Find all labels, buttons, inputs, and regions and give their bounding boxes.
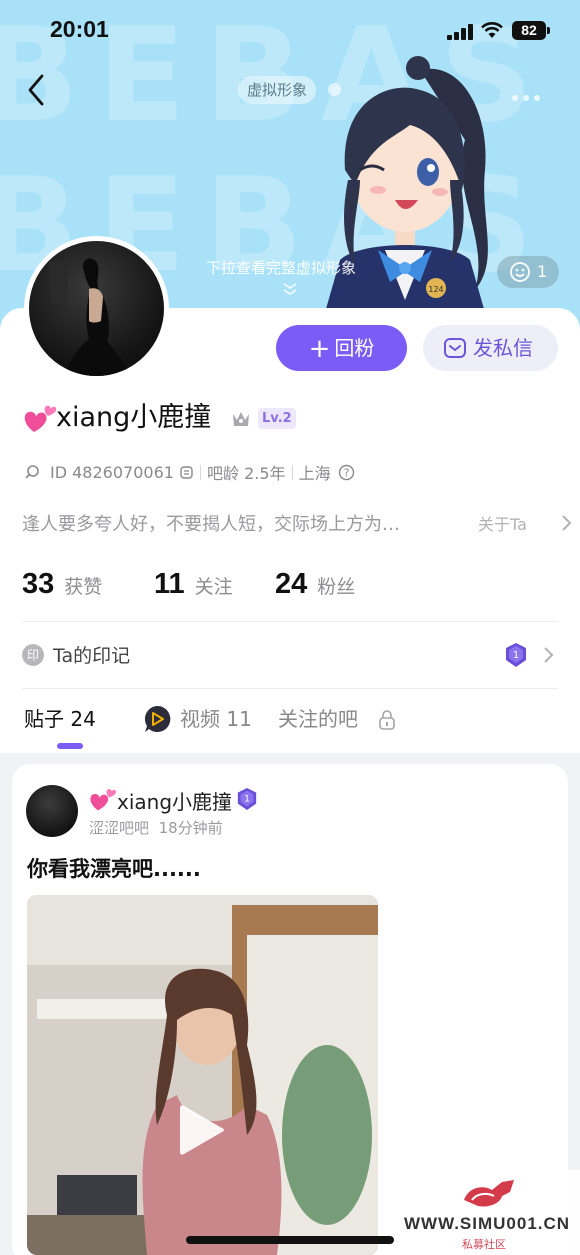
account-age: 吧龄 2.5年 xyxy=(207,464,286,483)
post-time: 18分钟前 xyxy=(158,819,223,837)
divider xyxy=(22,621,558,622)
profile-meta-row: ID 4826070061 吧龄 2.5年 上海 ? xyxy=(24,460,355,483)
smile-icon xyxy=(510,262,530,282)
medal-icon: 1 xyxy=(237,788,257,810)
avatar-like-button[interactable]: 1 xyxy=(497,256,559,288)
chevron-right-icon xyxy=(544,647,554,663)
watermark-logo xyxy=(464,1180,514,1207)
chevron-down-icon xyxy=(283,283,297,295)
stat-likes[interactable]: 33 获赞 xyxy=(22,568,102,601)
svg-text:124: 124 xyxy=(428,285,443,294)
watermark-url: WWW.SIMU001.CN xyxy=(404,1214,571,1233)
two-hearts-icon xyxy=(90,788,116,811)
private-message-button[interactable]: 发私信 xyxy=(423,325,558,371)
marks-label: Ta的印记 xyxy=(53,645,131,667)
two-hearts-icon xyxy=(24,405,56,432)
video-play-icon xyxy=(144,705,171,732)
active-tab-indicator xyxy=(57,743,83,749)
back-arrow-icon[interactable] xyxy=(22,72,52,108)
bio-row[interactable]: 逢人要多夸人好，不要揭人短，交际场上方为… 关于Ta xyxy=(22,510,572,536)
pill-dot xyxy=(328,83,341,96)
chevron-right-icon xyxy=(562,515,572,531)
profile-location: 上海 xyxy=(298,464,331,483)
profile-bio: 逢人要多夸人好，不要揭人短，交际场上方为… xyxy=(22,514,400,535)
stat-followers[interactable]: 24 粉丝 xyxy=(275,568,355,601)
help-icon[interactable]: ? xyxy=(338,464,355,481)
status-bar: 20:01 82 xyxy=(0,0,580,62)
about-link[interactable]: 关于Ta xyxy=(478,511,527,535)
pull-down-hint: 下拉查看完整虚拟形象 xyxy=(206,259,357,277)
crown-icon xyxy=(233,412,249,426)
stat-following[interactable]: 11 关注 xyxy=(154,568,233,601)
cellular-signal-icon xyxy=(447,24,473,40)
post-author-name[interactable]: xiang小鹿撞 xyxy=(117,786,232,815)
watermark-subtitle: 私募社区 xyxy=(462,1238,506,1251)
status-time: 20:01 xyxy=(50,16,109,42)
lock-icon xyxy=(379,710,395,730)
post-author-avatar[interactable] xyxy=(26,785,78,837)
virtual-avatar-tag[interactable]: 虚拟形象 xyxy=(238,76,317,104)
medal-icon: 1 xyxy=(506,643,526,667)
svg-text:?: ? xyxy=(343,466,349,479)
post-meta: 涩涩吧吧 18分钟前 xyxy=(89,817,223,838)
like-count: 1 xyxy=(537,262,548,281)
follow-back-button[interactable]: + 回粉 xyxy=(276,325,407,371)
profile-id[interactable]: ID 4826070061 xyxy=(50,463,174,482)
post-forum[interactable]: 涩涩吧吧 xyxy=(89,819,149,837)
marks-row[interactable]: 印 Ta的印记 1 xyxy=(22,640,558,670)
home-indicator[interactable] xyxy=(186,1236,394,1244)
tab-posts[interactable]: 贴子 24 xyxy=(24,703,96,732)
post-title[interactable]: 你看我漂亮吧...... xyxy=(27,853,201,883)
profile-avatar[interactable] xyxy=(24,236,169,381)
profile-username: xiang小鹿撞 xyxy=(56,402,212,433)
watermark: WWW.SIMU001.CN 私募社区 xyxy=(398,1170,580,1255)
level-badge[interactable]: Lv.2 xyxy=(258,408,296,429)
seal-icon: 印 xyxy=(22,644,44,666)
tab-followed-forums[interactable]: 关注的吧 xyxy=(278,703,358,732)
svg-text:1: 1 xyxy=(244,794,250,805)
copy-icon[interactable] xyxy=(179,465,194,480)
tab-videos[interactable]: 视频 11 xyxy=(180,703,252,732)
wifi-icon xyxy=(481,22,503,38)
post-video-thumbnail[interactable] xyxy=(27,895,378,1255)
more-options-icon[interactable] xyxy=(512,86,546,101)
svg-text:1: 1 xyxy=(513,650,519,661)
search-icon xyxy=(25,465,39,479)
mail-icon xyxy=(444,338,466,358)
battery-tip xyxy=(547,27,550,34)
battery-icon: 82 xyxy=(512,21,546,40)
play-icon[interactable] xyxy=(176,1102,226,1158)
divider xyxy=(22,688,558,689)
plus-icon: + xyxy=(308,334,331,364)
